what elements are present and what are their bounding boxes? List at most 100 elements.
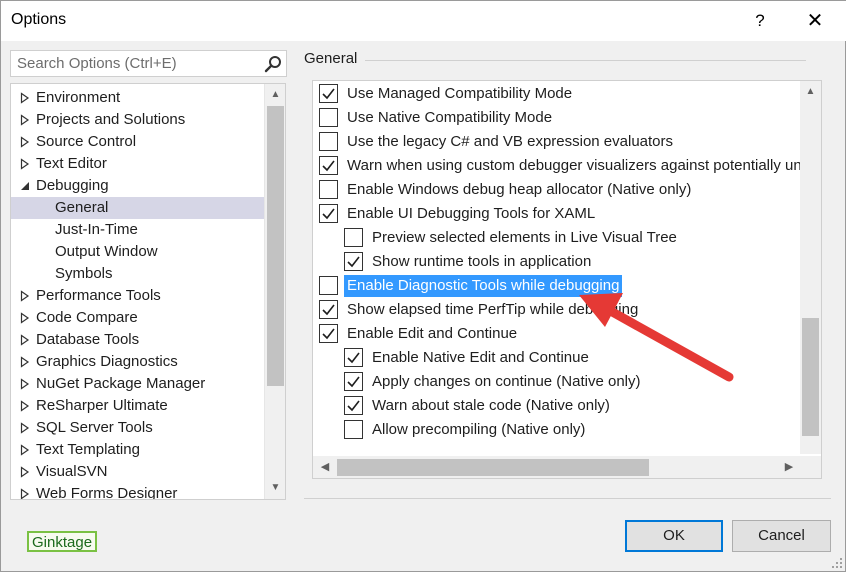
option-label: Apply changes on continue (Native only) [372, 373, 641, 390]
help-button[interactable]: ? [746, 7, 774, 35]
tree-item[interactable]: SQL Server Tools [11, 417, 264, 439]
collapsed-arrow-icon[interactable] [20, 109, 30, 131]
resize-grip-icon[interactable] [831, 557, 843, 569]
checkmark-icon [347, 352, 360, 364]
options-horizontal-scrollbar[interactable]: ◀ ▶ [313, 456, 800, 478]
option-label: Use the legacy C# and VB expression eval… [347, 133, 674, 150]
tree-item[interactable]: Text Editor [11, 153, 264, 175]
group-label: General [304, 50, 364, 67]
ok-button[interactable]: OK [625, 520, 723, 552]
option-row[interactable]: Warn about stale code (Native only) [313, 394, 800, 418]
option-checkbox[interactable] [319, 276, 338, 295]
option-label: Enable UI Debugging Tools for XAML [347, 205, 596, 222]
tree-item[interactable]: NuGet Package Manager [11, 373, 264, 395]
collapsed-arrow-icon[interactable] [20, 417, 30, 439]
scroll-up-icon[interactable]: ▲ [265, 86, 285, 104]
tree-item[interactable]: VisualSVN [11, 461, 264, 483]
footer-separator [304, 498, 831, 499]
option-checkbox[interactable] [319, 300, 338, 319]
tree-item[interactable]: General [11, 197, 264, 219]
tree-scroll-thumb[interactable] [267, 106, 284, 386]
search-box[interactable] [10, 50, 287, 77]
option-row[interactable]: Preview selected elements in Live Visual… [313, 226, 800, 250]
option-row[interactable]: Use the legacy C# and VB expression eval… [313, 130, 800, 154]
tree-item-label: Environment [36, 89, 121, 106]
option-row[interactable]: Enable Native Edit and Continue [313, 346, 800, 370]
collapsed-arrow-icon[interactable] [20, 351, 30, 373]
tree-item[interactable]: Performance Tools [11, 285, 264, 307]
option-row[interactable]: Use Native Compatibility Mode [313, 106, 800, 130]
option-row[interactable]: Show runtime tools in application [313, 250, 800, 274]
option-checkbox[interactable] [319, 108, 338, 127]
option-row[interactable]: Enable Windows debug heap allocator (Nat… [313, 178, 800, 202]
options-hscroll-thumb[interactable] [337, 459, 649, 476]
scroll-left-icon[interactable]: ◀ [315, 456, 335, 478]
option-label: Use Native Compatibility Mode [347, 109, 553, 126]
collapsed-arrow-icon[interactable] [20, 395, 30, 417]
tree-item[interactable]: Database Tools [11, 329, 264, 351]
tree-item[interactable]: Symbols [11, 263, 264, 285]
option-row[interactable]: Allow precompiling (Native only) [313, 418, 800, 442]
expanded-arrow-icon[interactable] [20, 175, 30, 197]
scroll-down-icon[interactable]: ▼ [265, 479, 285, 497]
option-checkbox[interactable] [319, 204, 338, 223]
option-checkbox[interactable] [319, 156, 338, 175]
scroll-up-icon[interactable]: ▲ [800, 83, 821, 101]
collapsed-arrow-icon[interactable] [20, 461, 30, 483]
option-checkbox[interactable] [319, 180, 338, 199]
option-row[interactable]: Enable Diagnostic Tools while debugging [313, 274, 800, 298]
option-checkbox[interactable] [344, 228, 363, 247]
option-row[interactable]: Show elapsed time PerfTip while debuggin… [313, 298, 800, 322]
collapsed-arrow-icon[interactable] [20, 285, 30, 307]
options-vertical-scrollbar[interactable]: ▲ [800, 81, 821, 454]
option-row[interactable]: Use Managed Compatibility Mode [313, 82, 800, 106]
tree-item[interactable]: Code Compare [11, 307, 264, 329]
collapsed-arrow-icon[interactable] [20, 483, 30, 500]
option-checkbox[interactable] [319, 132, 338, 151]
option-row[interactable]: Apply changes on continue (Native only) [313, 370, 800, 394]
tree-item[interactable]: Just-In-Time [11, 219, 264, 241]
tree-item[interactable]: Web Forms Designer [11, 483, 264, 500]
option-label: Enable Diagnostic Tools while debugging [344, 275, 623, 297]
title-bar: Options ? ✕ [1, 1, 846, 41]
tree-item[interactable]: Text Templating [11, 439, 264, 461]
collapsed-arrow-icon[interactable] [20, 87, 30, 109]
collapsed-arrow-icon[interactable] [20, 153, 30, 175]
option-checkbox[interactable] [344, 252, 363, 271]
option-checkbox[interactable] [344, 396, 363, 415]
checkmark-icon [322, 328, 335, 340]
tree-item[interactable]: Projects and Solutions [11, 109, 264, 131]
tree-item[interactable]: Output Window [11, 241, 264, 263]
tree-item[interactable]: Debugging [11, 175, 264, 197]
option-checkbox[interactable] [319, 84, 338, 103]
options-scroll-thumb[interactable] [802, 318, 819, 436]
option-row[interactable]: Enable Edit and Continue [313, 322, 800, 346]
close-button[interactable]: ✕ [801, 7, 829, 35]
tree-item-label: ReSharper Ultimate [36, 397, 168, 414]
collapsed-arrow-icon[interactable] [20, 307, 30, 329]
collapsed-arrow-icon[interactable] [20, 439, 30, 461]
collapsed-arrow-icon[interactable] [20, 329, 30, 351]
tree-vertical-scrollbar[interactable]: ▲ ▼ [264, 84, 285, 499]
collapsed-arrow-icon[interactable] [20, 131, 30, 153]
options-panel: Allow precompiling (Native only) Warn abo… [312, 80, 822, 479]
option-row[interactable]: Warn when using custom debugger visualiz… [313, 154, 809, 178]
checkmark-icon [322, 304, 335, 316]
tree-item[interactable]: Environment [11, 87, 264, 109]
search-icon[interactable] [264, 55, 282, 73]
tree-item[interactable]: Graphics Diagnostics [11, 351, 264, 373]
tree-item-label: Text Templating [36, 441, 140, 458]
tree-item-label: Projects and Solutions [36, 111, 186, 128]
collapsed-arrow-icon[interactable] [20, 373, 30, 395]
search-input[interactable] [11, 51, 256, 76]
option-checkbox[interactable] [344, 348, 363, 367]
tree-item[interactable]: ReSharper Ultimate [11, 395, 264, 417]
option-checkbox[interactable] [319, 324, 338, 343]
cancel-button[interactable]: Cancel [732, 520, 831, 552]
option-checkbox[interactable] [344, 420, 363, 439]
tree-item[interactable]: Source Control [11, 131, 264, 153]
scroll-right-icon[interactable]: ▶ [779, 456, 799, 478]
option-row[interactable]: Enable UI Debugging Tools for XAML [313, 202, 800, 226]
option-checkbox[interactable] [344, 372, 363, 391]
tree-item-label: Debugging [36, 177, 109, 194]
